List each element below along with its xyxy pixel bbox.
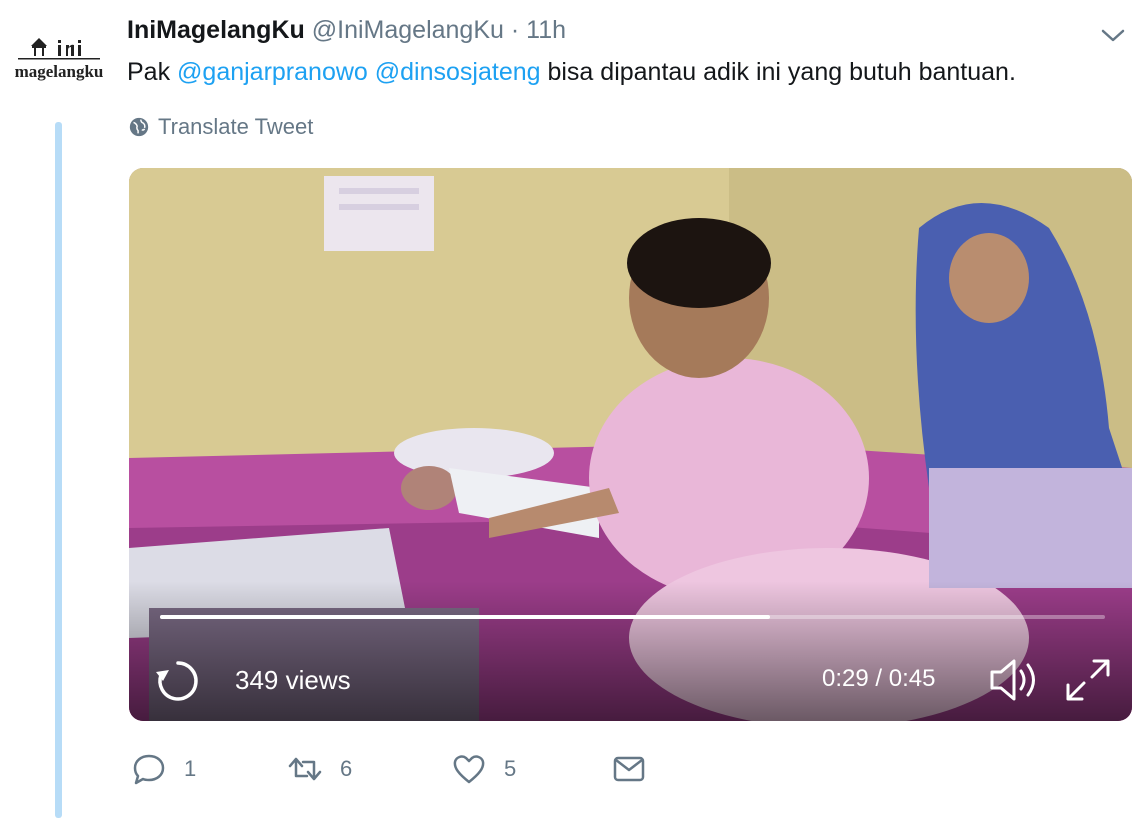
mention-link[interactable]: @ganjarpranowo (177, 58, 368, 86)
reply-button[interactable]: 1 (132, 750, 196, 788)
like-count: 5 (504, 756, 517, 781)
retweet-count: 6 (340, 756, 353, 781)
progress-track[interactable] (160, 615, 1105, 619)
tweet-timestamp[interactable]: 11h (526, 16, 566, 44)
controls-overlay (129, 581, 1132, 721)
progress-fill (160, 615, 770, 619)
separator-dot: · (510, 16, 520, 44)
heart-icon (453, 755, 485, 784)
avatar-logo-text: magelangku (15, 62, 104, 81)
video-player[interactable]: 349 views 0:29 / 0:45 (129, 168, 1132, 721)
reply-icon (133, 754, 165, 785)
tweet-text: Pak @ganjarpranowo @dinsosjateng bisa di… (127, 58, 1016, 87)
display-name[interactable]: IniMagelangKu (127, 16, 305, 44)
video-timecode: 0:29 / 0:45 (822, 665, 936, 692)
envelope-icon (613, 756, 645, 782)
chevron-down-icon[interactable] (1100, 26, 1126, 44)
text-segment: bisa dipantau adik ini yang butuh bantua… (540, 58, 1016, 86)
avatar[interactable]: magelangku (14, 36, 104, 96)
tweet-header: IniMagelangKu @IniMagelangKu · 11h (127, 16, 566, 45)
translate-tweet-link[interactable]: Translate Tweet (128, 114, 313, 140)
reply-count: 1 (184, 756, 197, 781)
text-segment: Pak (127, 58, 178, 86)
tweet-actions: 1 6 5 (132, 750, 652, 790)
view-count: 349 views (235, 665, 351, 695)
mention-link[interactable]: @dinsosjateng (375, 58, 541, 86)
volume-icon[interactable] (988, 657, 1040, 703)
text-segment (368, 58, 375, 86)
like-button[interactable]: 5 (452, 750, 516, 788)
fullscreen-icon[interactable] (1064, 657, 1112, 703)
replay-icon[interactable] (155, 658, 201, 704)
translate-label: Translate Tweet (158, 114, 314, 139)
thread-line (55, 122, 62, 818)
retweet-icon (288, 757, 322, 781)
retweet-button[interactable]: 6 (288, 750, 352, 788)
globe-icon (129, 117, 149, 137)
user-handle[interactable]: @IniMagelangKu (312, 16, 504, 44)
direct-message-button[interactable] (612, 750, 646, 788)
